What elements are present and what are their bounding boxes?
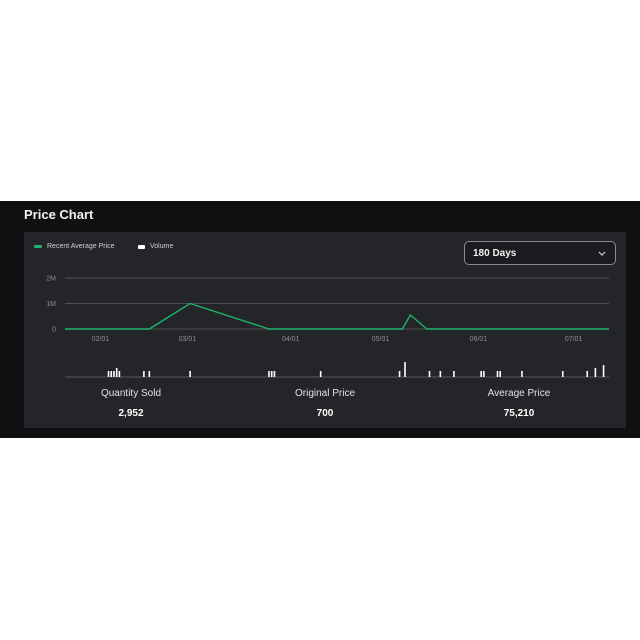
stat-label: Average Price <box>487 388 551 399</box>
range-select-value: 180 Days <box>473 248 517 259</box>
legend-swatch-price <box>34 245 42 248</box>
panel-title: Price Chart <box>24 207 94 222</box>
range-select[interactable]: 180 Days <box>464 241 616 265</box>
stat-label: Quantity Sold <box>100 388 162 399</box>
legend-item-recent-average-price[interactable]: Recent Average Price <box>34 243 115 250</box>
stat-value: 75,210 <box>503 408 535 419</box>
legend-item-volume[interactable]: Volume <box>138 243 173 250</box>
chevron-down-icon <box>598 251 606 256</box>
stat-quantity-sold: Quantity Sold 2,952 <box>71 388 191 419</box>
stat-label: Original Price <box>294 388 356 399</box>
stat-value: 700 <box>316 408 334 419</box>
stat-average-price: Average Price 75,210 <box>459 388 579 419</box>
stat-value: 2,952 <box>118 408 144 419</box>
stat-original-price: Original Price 700 <box>265 388 385 419</box>
legend-swatch-volume <box>138 244 145 249</box>
legend-label-price: Recent Average Price <box>47 243 115 250</box>
legend-label-volume: Volume <box>150 243 174 250</box>
